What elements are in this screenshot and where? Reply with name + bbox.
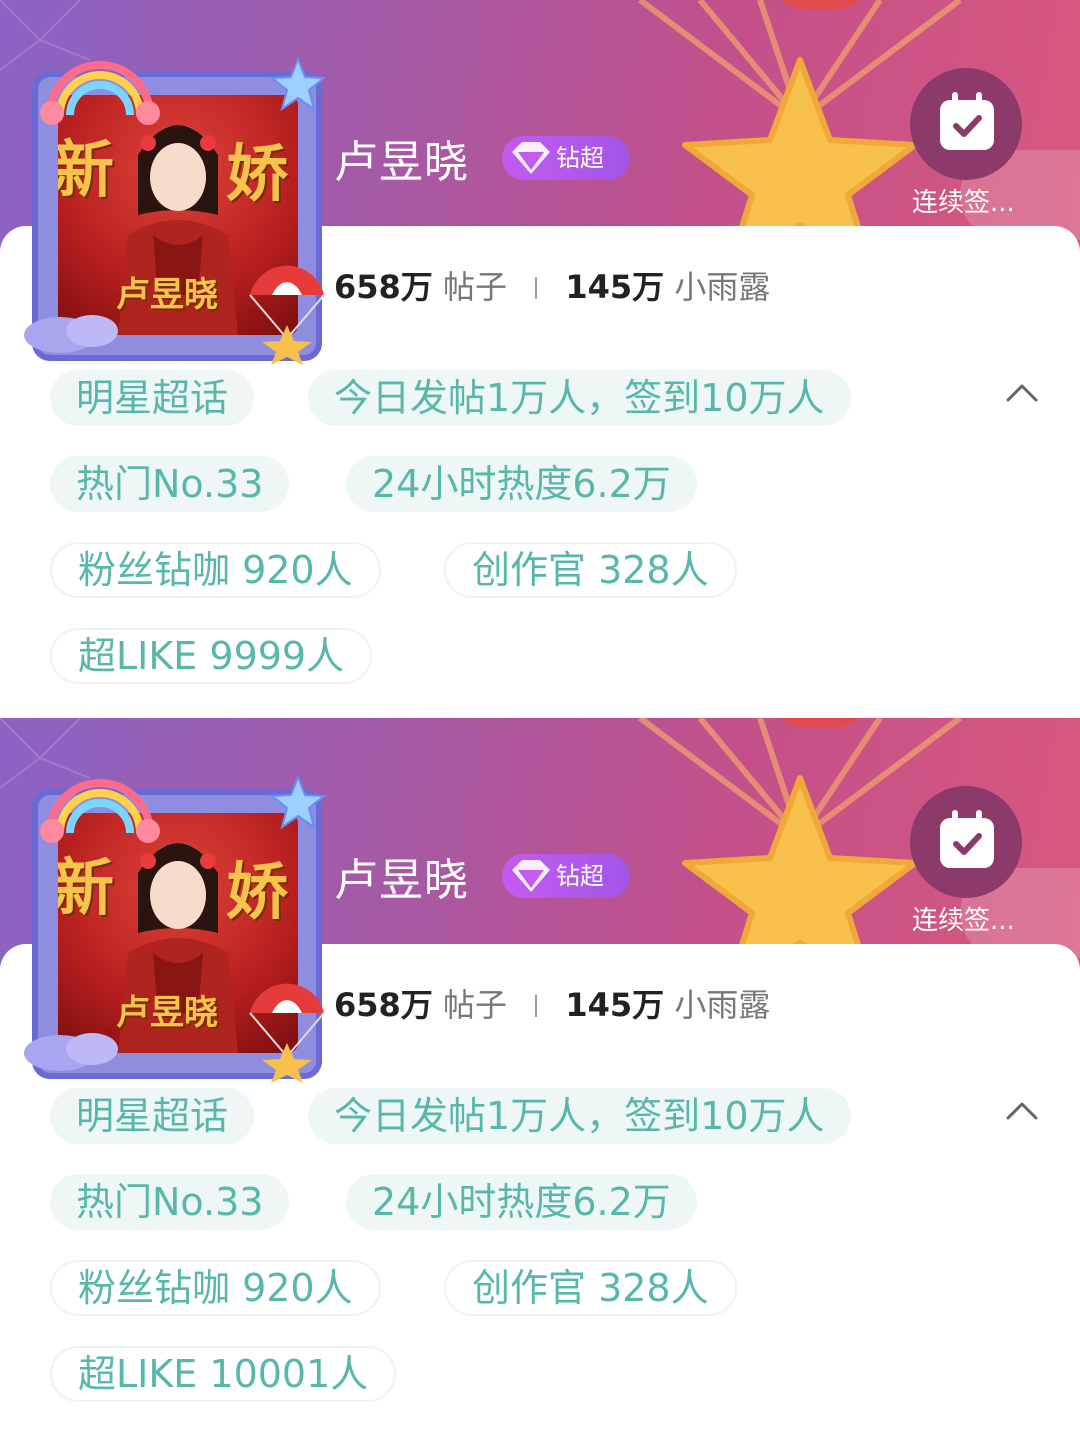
super-topic-card-1: 新 娇 卢昱晓 卢昱晓 钻超 连续签... 658万 帖子 145万 小雨露 明… — [0, 0, 1080, 718]
tag-creators[interactable]: 创作官 328人 — [444, 542, 737, 598]
topic-name: 卢昱晓 — [334, 855, 469, 906]
calendar-check-icon — [940, 92, 994, 150]
tag-hot-rank[interactable]: 热门No.33 — [50, 1174, 290, 1230]
avatar-text-left: 新 — [58, 851, 115, 924]
tag-super-like[interactable]: 超LIKE 9999人 — [50, 628, 373, 684]
small-star-icon — [269, 774, 327, 830]
small-star-icon — [269, 56, 327, 112]
diamond-super-badge[interactable]: 钻超 — [502, 136, 630, 180]
checkin-button[interactable] — [910, 68, 1022, 180]
avatar-name-text: 卢昱晓 — [116, 275, 218, 315]
topic-name: 卢昱晓 — [334, 137, 469, 188]
posts-label: 帖子 — [442, 268, 507, 306]
checkin-button[interactable] — [910, 786, 1022, 898]
avatar-text-right: 娇 — [226, 855, 289, 928]
rain-count: 145万 — [565, 268, 665, 306]
topic-stats: 658万 帖子 145万 小雨露 — [334, 980, 770, 1026]
topic-avatar[interactable]: 新 娇 卢昱晓 — [20, 773, 330, 1083]
topic-avatar[interactable]: 新 娇 卢昱晓 — [20, 55, 330, 365]
stats-divider — [535, 995, 538, 1017]
avatar-text-left: 新 — [58, 133, 115, 206]
avatar-name-text: 卢昱晓 — [116, 993, 218, 1033]
rain-label: 小雨露 — [674, 268, 771, 306]
rain-count: 145万 — [565, 986, 665, 1024]
tag-fans[interactable]: 粉丝钻咖 920人 — [50, 542, 381, 598]
topic-stats: 658万 帖子 145万 小雨露 — [334, 262, 770, 308]
avatar-text-right: 娇 — [226, 137, 289, 210]
diamond-icon — [512, 860, 550, 892]
diamond-icon — [512, 142, 550, 174]
calendar-check-icon — [940, 810, 994, 868]
parachute-icon — [249, 265, 325, 365]
rainbow-icon — [40, 779, 160, 843]
diamond-super-badge[interactable]: 钻超 — [502, 854, 630, 898]
tag-heat[interactable]: 24小时热度6.2万 — [346, 456, 697, 512]
posts-count: 658万 — [334, 986, 433, 1024]
tag-fans[interactable]: 粉丝钻咖 920人 — [50, 1260, 381, 1316]
tag-heat[interactable]: 24小时热度6.2万 — [346, 1174, 697, 1230]
tag-today-stats[interactable]: 今日发帖1万人，签到10万人 — [308, 1088, 851, 1144]
tag-super-like[interactable]: 超LIKE 10001人 — [50, 1346, 397, 1402]
parachute-icon — [249, 983, 325, 1083]
cloud-icon — [24, 1033, 118, 1071]
badge-label: 钻超 — [556, 144, 604, 172]
tag-today-stats[interactable]: 今日发帖1万人，签到10万人 — [308, 370, 851, 426]
posts-count: 658万 — [334, 268, 433, 306]
tag-creators[interactable]: 创作官 328人 — [444, 1260, 737, 1316]
chevron-up-icon[interactable] — [1004, 380, 1040, 404]
tag-category[interactable]: 明星超话 — [50, 1088, 255, 1144]
stats-divider — [535, 277, 538, 299]
rain-label: 小雨露 — [674, 986, 771, 1024]
chevron-up-icon[interactable] — [1004, 1098, 1040, 1122]
posts-label: 帖子 — [442, 986, 507, 1024]
cloud-icon — [24, 315, 118, 353]
super-topic-card-2: 新 娇 卢昱晓 卢昱晓 钻超 连续签... 658万 帖子 145万 小雨露 明… — [0, 718, 1080, 1436]
rainbow-icon — [40, 61, 160, 125]
tag-hot-rank[interactable]: 热门No.33 — [50, 456, 290, 512]
checkin-label[interactable]: 连续签... — [912, 900, 1032, 937]
checkin-label[interactable]: 连续签... — [912, 182, 1032, 219]
badge-label: 钻超 — [556, 862, 604, 890]
tag-category[interactable]: 明星超话 — [50, 370, 255, 426]
